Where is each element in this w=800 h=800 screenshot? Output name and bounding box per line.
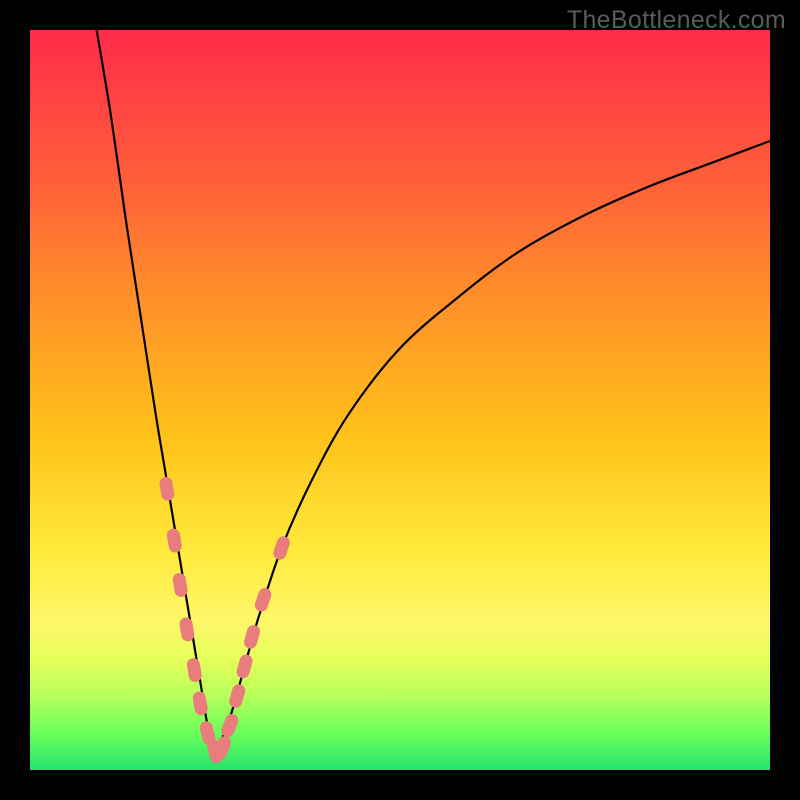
- data-marker: [166, 528, 183, 554]
- left-branch-curve: [97, 30, 215, 755]
- plot-area: [30, 30, 770, 770]
- chart-frame: TheBottleneck.com: [0, 0, 800, 800]
- right-branch-curve: [215, 141, 770, 755]
- data-marker: [235, 653, 254, 680]
- data-marker: [253, 586, 273, 613]
- data-marker: [228, 683, 247, 710]
- data-marker: [186, 657, 203, 683]
- data-marker: [272, 535, 292, 562]
- watermark-text: TheBottleneck.com: [567, 6, 786, 35]
- curve-layer: [30, 30, 770, 770]
- data-marker: [179, 616, 196, 642]
- marker-layer: [159, 476, 292, 765]
- data-marker: [159, 476, 176, 502]
- data-marker: [192, 690, 209, 716]
- data-marker: [172, 572, 189, 598]
- data-marker: [242, 623, 261, 650]
